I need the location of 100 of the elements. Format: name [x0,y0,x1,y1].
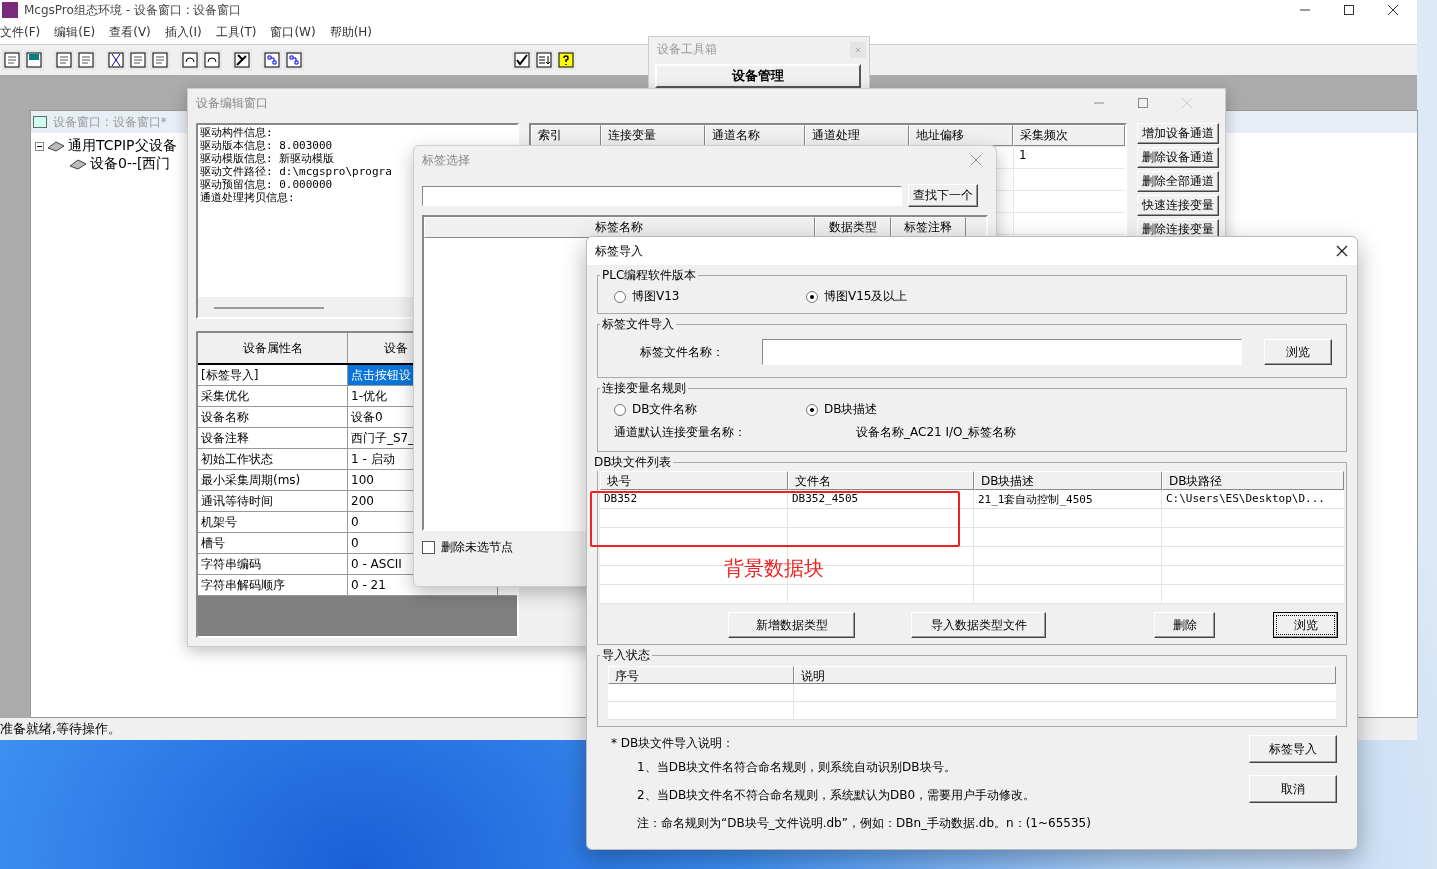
property-name: 采集优化 [198,386,348,406]
check-icon[interactable] [512,50,532,70]
find-next-button[interactable]: 查找下一个 [908,184,978,207]
group-title: PLC编程软件版本 [601,267,698,284]
property-name: 设备注释 [198,428,348,448]
field-label: 通道默认连接变量名称： [614,424,747,441]
dialog-button[interactable]: 取消 [1249,775,1337,803]
column-header: 采集频次 [1013,125,1125,146]
group-title: 标签文件导入 [601,316,675,333]
column-header: 文件名 [788,471,974,490]
field-value: 设备名称_AC21 I/O_标签名称 [856,424,1017,441]
document-icon[interactable] [2,50,22,70]
property-name: 最小采集周期(ms) [198,470,348,490]
property-name: 字符串编码 [198,554,348,574]
device-icon [69,158,87,170]
column-header: 连接变量 [601,125,705,146]
table-cell-text: 1 [1018,147,1028,164]
channel-button[interactable]: 增加设备通道 [1137,123,1219,144]
app-logo-icon [2,2,18,18]
property-name: 槽号 [198,533,348,553]
dialog-title: 标签导入 [595,242,643,260]
status-text: 准备就绪,等待操作。 [0,720,122,738]
info-line: 通道处理拷贝信息: [200,191,295,204]
info-line: 驱动文件路径: d:\mcgspro\progra [200,165,392,178]
table-cell-text: 21_1套自动控制_4505 [977,492,1094,508]
device-icon [47,140,65,152]
property-name: 初始工作状态 [198,449,348,469]
table-action-button[interactable]: 导入数据类型文件 [911,612,1047,638]
file-name-field[interactable] [762,339,1242,365]
column-header: 通道名称 [705,125,805,146]
window-title: 设备工具箱 [657,41,717,58]
checkbox[interactable] [422,541,435,554]
list-icon[interactable] [534,50,554,70]
window-icon [33,116,47,128]
column-header: DB块路径 [1162,471,1344,490]
channel-button[interactable]: 删除设备通道 [1137,147,1219,168]
radio-button[interactable] [806,290,818,303]
radio-label[interactable]: DB块描述 [824,401,878,418]
radio-button[interactable] [614,290,626,303]
column-header: 索引 [531,125,601,146]
group-title: 连接变量名规则 [601,380,687,397]
info-line: 驱动构件信息: [200,126,273,139]
column-header: 块号 [600,471,788,490]
table-cell-text: C:\Users\ES\Desktop\D... [1165,491,1326,507]
menu-item[interactable]: 文件(F) [0,23,41,41]
search-field[interactable] [422,185,902,206]
group-title: 导入状态 [601,647,651,664]
window-title: 设备窗口 : 设备窗口* [53,113,167,131]
radio-label[interactable]: 博图V15及以上 [824,288,908,305]
maximize-icon[interactable] [1343,4,1355,16]
column-header: 通道处理 [805,125,909,146]
property-name: 通讯等待时间 [198,491,348,511]
note-text: 2、当DB块文件名不符合命名规则，系统默认为DB0，需要用户手动修改。 [636,787,1037,804]
column-header: 说明 [794,666,1336,684]
table-cell-text: DB352_4505 [791,491,860,507]
channel-button[interactable]: 删除全部通道 [1137,171,1219,192]
channel-button[interactable]: 快速连接变量 [1137,195,1219,216]
note-text: 注：命名规则为“DB块号_文件说明.db”，例如：DBn_手动数据.db。n：(1~65535) [636,815,1091,832]
dialog-title: 标签选择 [422,151,470,169]
column-header: 序号 [608,666,794,684]
help-icon[interactable] [556,50,576,70]
close-icon[interactable] [1387,4,1399,16]
radio-label[interactable]: 博图V13 [632,288,680,305]
info-line: 驱动版本信息: 8.003000 [200,139,333,152]
menu-item[interactable]: 编辑(E) [54,23,96,41]
dialog-button[interactable]: 标签导入 [1249,735,1337,763]
radio-button[interactable] [614,403,626,416]
save-icon[interactable] [24,50,44,70]
column-header: 设备属性名 [198,333,348,363]
menu-item[interactable]: 窗口(W) [270,23,316,41]
info-line: 驱动预留信息: 0.000000 [200,178,333,191]
window-title: McgsPro组态环境 - 设备窗口 : 设备窗口 [24,1,243,19]
table-cell-text: DB352 [603,491,639,507]
property-name: 设备名称 [198,407,348,427]
group-title: DB块文件列表 [593,454,673,471]
column-header: DB块描述 [974,471,1162,490]
table-action-button[interactable]: 新增数据类型 [728,612,856,638]
menu-item[interactable]: 工具(T) [215,23,257,41]
info-line: 驱动模版信息: 新驱动模版 [200,152,335,165]
field-label: 标签文件名称： [640,343,725,361]
table-action-button[interactable]: 浏览 [1273,612,1338,638]
property-name: 机架号 [198,512,348,532]
menu-item[interactable]: 插入(I) [164,23,202,41]
browse-button[interactable]: 浏览 [1264,339,1332,365]
tree-item[interactable]: 设备0--[西门 [90,155,171,173]
menu-item[interactable]: 帮助(H) [329,23,373,41]
column-header: 地址偏移 [909,125,1013,146]
close-icon[interactable] [1335,244,1349,258]
window-title: 设备编辑窗口 [196,94,268,112]
property-name: 字符串解码顺序 [198,575,348,595]
note-text: 1、当DB块文件名符合命名规则，则系统自动识别DB块号。 [636,759,957,776]
device-manager-button[interactable]: 设备管理 [655,64,861,88]
tree-item[interactable]: 通用TCPIP父设备 [68,137,177,155]
expand-toggle[interactable] [35,141,44,151]
table-action-button[interactable]: 删除 [1154,612,1216,638]
radio-button[interactable] [806,403,818,416]
radio-label[interactable]: DB文件名称 [632,401,698,418]
note-text: * DB块文件导入说明： [611,735,736,752]
column-header: 标签名称 [424,217,815,238]
menu-item[interactable]: 查看(V) [109,23,151,41]
